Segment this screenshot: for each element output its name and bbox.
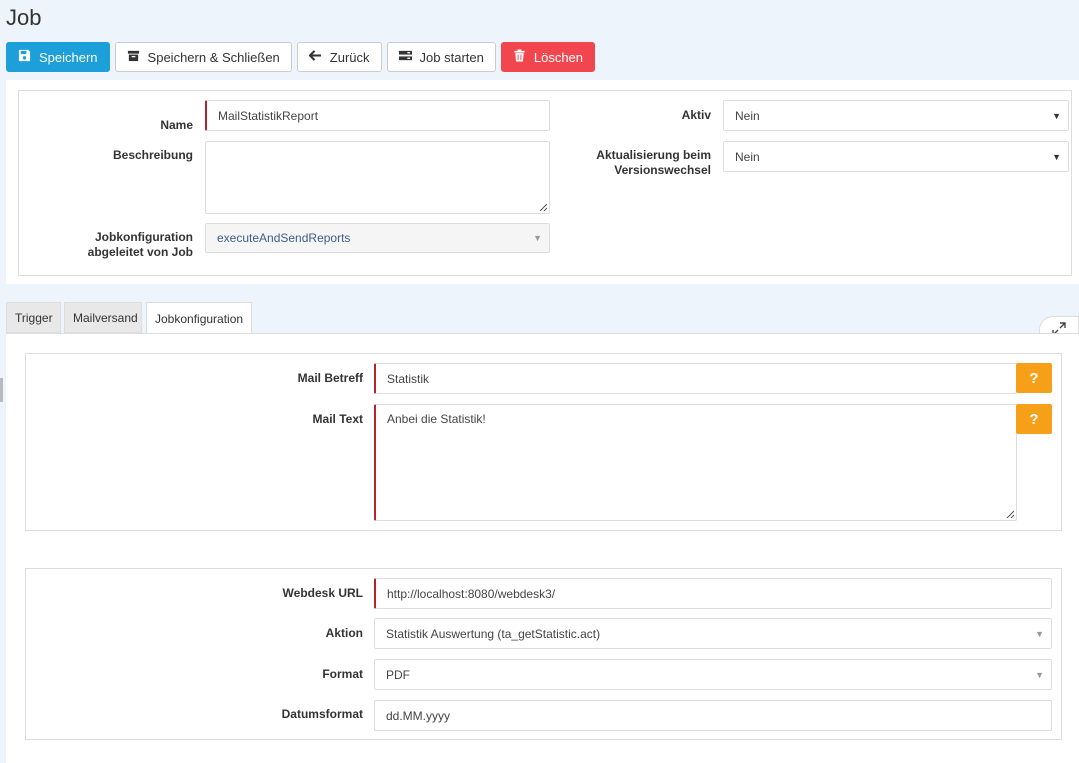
save-button-label: Speichern xyxy=(39,49,98,65)
mail-text-help-button[interactable]: ? xyxy=(1016,404,1052,434)
format-select-value: PDF xyxy=(386,667,410,682)
chevron-down-icon: ▼ xyxy=(1052,110,1061,121)
help-icon: ? xyxy=(1029,369,1039,387)
toolbar: Speichern Speichern & Schließen Zurück J… xyxy=(6,42,596,72)
tab-jobkonfiguration[interactable]: Jobkonfiguration xyxy=(146,302,252,335)
mail-box: Mail Betreff Statistik ? Mail Text Anbei… xyxy=(25,353,1062,531)
start-job-button-label: Job starten xyxy=(419,49,484,65)
archive-icon xyxy=(127,49,140,65)
jobconfig-label: Jobkonfiguration abgeleitet von Job xyxy=(19,230,193,260)
description-textarea[interactable] xyxy=(205,141,550,214)
update-label-line-1: Aktualisierung beim xyxy=(596,148,711,162)
update-select[interactable]: Nein ▼ xyxy=(723,141,1069,172)
update-label: Aktualisierung beim Versionswechsel xyxy=(559,148,711,178)
webdesk-url-label: Webdesk URL xyxy=(282,586,363,600)
help-icon: ? xyxy=(1029,410,1039,428)
chevron-down-icon: ▼ xyxy=(1035,628,1044,639)
action-select[interactable]: Statistik Auswertung (ta_getStatistic.ac… xyxy=(374,618,1052,649)
chevron-down-icon: ▼ xyxy=(1035,669,1044,680)
page-title: Job xyxy=(6,5,42,30)
delete-button[interactable]: Löschen xyxy=(500,42,596,72)
mail-subject-input[interactable]: Statistik xyxy=(374,363,1017,394)
update-select-value: Nein xyxy=(735,149,760,164)
mail-subject-label: Mail Betreff xyxy=(297,371,363,385)
tab-trigger-label: Trigger xyxy=(15,310,53,325)
floppy-icon xyxy=(18,49,31,65)
resize-grip-icon[interactable] xyxy=(539,203,547,211)
chevron-down-icon: ▼ xyxy=(533,233,542,243)
server-icon xyxy=(398,49,412,65)
mail-text-textarea[interactable]: Anbei die Statistik! xyxy=(374,404,1017,521)
mail-text-value: Anbei die Statistik! xyxy=(387,412,486,426)
name-label: Name xyxy=(160,118,193,132)
tab-content: Mail Betreff Statistik ? Mail Text Anbei… xyxy=(6,333,1079,763)
jobconfig-select: executeAndSendReports ▼ xyxy=(205,223,550,253)
webdesk-url-input[interactable]: http://localhost:8080/webdesk3/ xyxy=(374,578,1052,609)
active-select-value: Nein xyxy=(735,108,760,123)
delete-button-label: Löschen xyxy=(533,49,584,65)
mail-subject-value: Statistik xyxy=(387,371,430,386)
jobconfig-label-line-2: abgeleitet von Job xyxy=(87,245,193,259)
tab-trigger[interactable]: Trigger xyxy=(6,302,61,333)
mail-subject-help-button[interactable]: ? xyxy=(1016,363,1052,393)
jobconfig-label-line-1: Jobkonfiguration xyxy=(95,230,193,244)
name-input[interactable]: MailStatistikReport xyxy=(205,100,550,131)
tab-jobkonfiguration-label: Jobkonfiguration xyxy=(155,311,244,326)
mail-text-label: Mail Text xyxy=(312,412,363,426)
back-button[interactable]: Zurück xyxy=(296,42,382,72)
tab-mailversand[interactable]: Mailversand xyxy=(64,302,142,333)
format-select[interactable]: PDF ▼ xyxy=(374,659,1052,690)
active-label: Aktiv xyxy=(681,108,711,122)
job-form-panel: Name MailStatistikReport Beschreibung Jo… xyxy=(6,80,1079,284)
dateformat-value: dd.MM.yyyy xyxy=(386,708,451,723)
format-label: Format xyxy=(322,667,363,681)
side-panel-handle[interactable] xyxy=(0,378,3,402)
active-select[interactable]: Nein ▼ xyxy=(723,100,1069,131)
action-select-value: Statistik Auswertung (ta_getStatistic.ac… xyxy=(386,626,601,641)
update-label-line-2: Versionswechsel xyxy=(614,163,711,177)
start-job-button[interactable]: Job starten xyxy=(386,42,496,72)
webdesk-box: Webdesk URL http://localhost:8080/webdes… xyxy=(25,568,1062,740)
save-close-button-label: Speichern & Schließen xyxy=(147,49,280,65)
dateformat-label: Datumsformat xyxy=(281,707,363,721)
save-button[interactable]: Speichern xyxy=(6,42,110,72)
back-button-label: Zurück xyxy=(329,49,370,65)
name-input-value: MailStatistikReport xyxy=(218,108,319,123)
resize-grip-icon[interactable] xyxy=(1006,510,1014,518)
save-close-button[interactable]: Speichern & Schließen xyxy=(114,42,292,72)
chevron-down-icon: ▼ xyxy=(1052,151,1061,162)
description-label: Beschreibung xyxy=(112,148,193,162)
tab-mailversand-label: Mailversand xyxy=(73,310,138,325)
job-form-box: Name MailStatistikReport Beschreibung Jo… xyxy=(18,90,1072,276)
action-label: Aktion xyxy=(325,626,363,640)
jobconfig-select-value: executeAndSendReports xyxy=(217,231,351,245)
webdesk-url-value: http://localhost:8080/webdesk3/ xyxy=(387,586,556,601)
arrow-left-icon xyxy=(308,49,322,65)
trash-icon xyxy=(513,49,526,65)
dateformat-input[interactable]: dd.MM.yyyy xyxy=(374,700,1052,731)
